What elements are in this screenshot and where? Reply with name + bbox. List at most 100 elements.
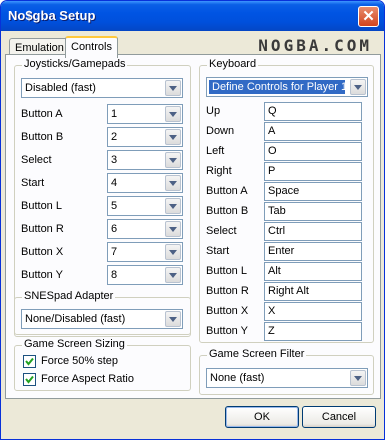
joy-button-value: 8: [111, 269, 118, 281]
close-button[interactable]: ✕: [358, 6, 379, 27]
keyboard-group-title: Keyboard: [207, 58, 259, 70]
ok-button-label: OK: [254, 411, 270, 423]
key-label: Up: [206, 105, 221, 117]
tab-controls-label: Controls: [71, 41, 112, 53]
key-input-value: P: [268, 165, 276, 177]
joy-button-label: Button B: [21, 131, 64, 143]
title-bar[interactable]: No$gba Setup ✕: [1, 1, 384, 31]
joy-button-value: 3: [111, 154, 118, 166]
joy-button-select[interactable]: 5: [107, 196, 183, 216]
joy-button-value: 2: [111, 131, 118, 143]
key-input-value: Enter: [268, 245, 295, 257]
joy-button-value: 7: [111, 246, 118, 258]
key-input[interactable]: Right Alt: [264, 282, 362, 301]
chevron-down-icon: [165, 129, 181, 145]
checkmark-icon: [25, 357, 34, 366]
key-input[interactable]: Enter: [264, 242, 362, 261]
cancel-button[interactable]: Cancel: [302, 406, 376, 428]
sizing-group-title: Game Screen Sizing: [22, 338, 127, 350]
joy-button-select[interactable]: 7: [107, 242, 183, 262]
joy-button-select[interactable]: 3: [107, 150, 183, 170]
key-input[interactable]: X: [264, 302, 362, 321]
key-label: Button B: [206, 205, 249, 217]
chevron-down-icon: [165, 80, 181, 96]
snespad-group-title: SNESpad Adapter: [22, 290, 116, 302]
key-input-value: Q: [268, 105, 277, 117]
chevron-down-icon: [165, 311, 181, 327]
key-input[interactable]: Space: [264, 182, 362, 201]
ok-button[interactable]: OK: [225, 406, 299, 428]
joy-button-value: 5: [111, 200, 118, 212]
key-label: Button L: [206, 265, 247, 277]
tab-emulation-label: Emulation: [15, 42, 64, 54]
snespad-select[interactable]: None/Disabled (fast): [21, 309, 183, 329]
filter-select[interactable]: None (fast): [206, 368, 368, 388]
close-icon: ✕: [362, 8, 375, 25]
joy-button-select[interactable]: 1: [107, 104, 183, 124]
chevron-down-icon: [165, 221, 181, 237]
sizing-group: Game Screen Sizing Force 50% step Force …: [14, 338, 191, 391]
key-label: Select: [206, 225, 237, 237]
joysticks-group-title: Joysticks/Gamepads: [22, 58, 128, 70]
force-aspect-ratio-checkbox[interactable]: [23, 373, 36, 386]
key-input[interactable]: Tab: [264, 202, 362, 221]
key-input[interactable]: O: [264, 142, 362, 161]
joy-button-value: 6: [111, 223, 118, 235]
chevron-down-icon: [165, 152, 181, 168]
filter-group-title: Game Screen Filter: [207, 348, 307, 360]
snespad-group: SNESpad Adapter None/Disabled (fast): [14, 290, 191, 337]
key-label: Button R: [206, 285, 249, 297]
key-input-value: Z: [268, 325, 275, 337]
chevron-down-icon: [165, 267, 181, 283]
chevron-down-icon: [165, 198, 181, 214]
joy-button-select[interactable]: 4: [107, 173, 183, 193]
joy-button-select[interactable]: 6: [107, 219, 183, 239]
force-50-step-label: Force 50% step: [41, 355, 119, 367]
setup-dialog: No$gba Setup ✕ Emulation Controls NOGBA.…: [0, 0, 385, 440]
joy-button-select[interactable]: 8: [107, 265, 183, 285]
key-input-value: Ctrl: [268, 225, 286, 237]
player-select-value: Define Controls for Player 1: [209, 80, 347, 94]
snespad-value: None/Disabled (fast): [25, 313, 126, 325]
force-aspect-ratio-label: Force Aspect Ratio: [41, 373, 134, 385]
key-label: Right: [206, 165, 232, 177]
joy-button-value: 1: [111, 108, 118, 120]
filter-group: Game Screen Filter None (fast): [199, 348, 374, 395]
key-label: Button X: [206, 305, 249, 317]
key-input[interactable]: Ctrl: [264, 222, 362, 241]
key-input[interactable]: A: [264, 122, 362, 141]
key-input-value: Right Alt: [268, 285, 309, 297]
tab-controls[interactable]: Controls: [65, 36, 118, 58]
key-input[interactable]: Alt: [264, 262, 362, 281]
joy-button-label: Select: [21, 154, 52, 166]
key-input[interactable]: P: [264, 162, 362, 181]
chevron-down-icon: [350, 79, 366, 95]
key-input-value: X: [268, 305, 276, 317]
force-50-step-checkbox[interactable]: [23, 355, 36, 368]
key-input[interactable]: Z: [264, 322, 362, 341]
joy-button-label: Button R: [21, 223, 64, 235]
chevron-down-icon: [165, 106, 181, 122]
keyboard-group: Keyboard Define Controls for Player 1 Up…: [199, 58, 374, 343]
nogba-logo: NOGBA.COM: [258, 36, 372, 55]
chevron-down-icon: [165, 244, 181, 260]
joy-button-label: Button L: [21, 200, 62, 212]
key-input-value: A: [268, 125, 276, 137]
joystick-device-value: Disabled (fast): [25, 82, 96, 94]
key-label: Button Y: [206, 325, 248, 337]
joystick-device-select[interactable]: Disabled (fast): [21, 78, 183, 98]
key-input-value: Tab: [268, 205, 286, 217]
joy-button-label: Start: [21, 177, 45, 189]
cancel-button-label: Cancel: [321, 411, 357, 423]
joy-button-select[interactable]: 2: [107, 127, 183, 147]
player-select[interactable]: Define Controls for Player 1: [206, 77, 368, 97]
chevron-down-icon: [350, 370, 366, 386]
key-label: Down: [206, 125, 235, 137]
key-input-value: Space: [268, 185, 300, 197]
window-title: No$gba Setup: [8, 8, 96, 23]
joy-button-label: Button X: [21, 246, 64, 258]
key-input[interactable]: Q: [264, 102, 362, 121]
joy-button-value: 4: [111, 177, 118, 189]
key-label: Start: [206, 245, 230, 257]
joy-button-label: Button A: [21, 108, 63, 120]
